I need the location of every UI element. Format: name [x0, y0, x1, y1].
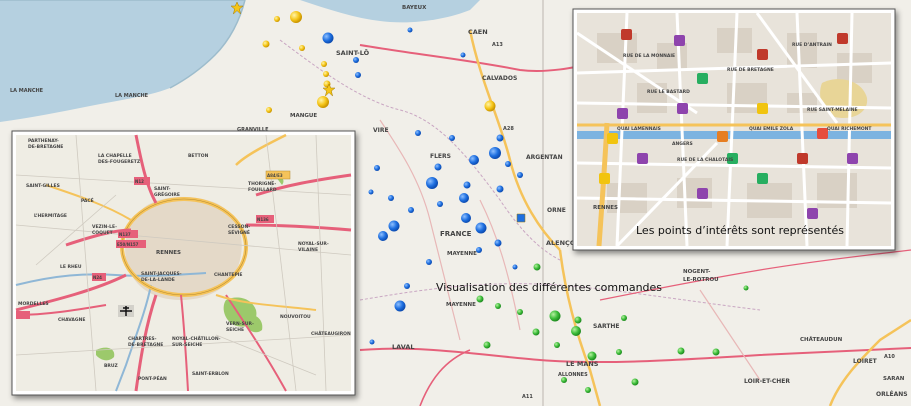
center-caption: Visualisation des différentes commandes	[436, 281, 662, 294]
city-inset-caption: Les points d’intérêts sont représentés	[636, 224, 844, 237]
map-composite: LA MANCHE LA MANCHE BAYEUX CAEN SAINT-LÔ CALV…	[0, 0, 911, 406]
captions-layer: Visualisation des différentes commandes …	[436, 224, 844, 294]
